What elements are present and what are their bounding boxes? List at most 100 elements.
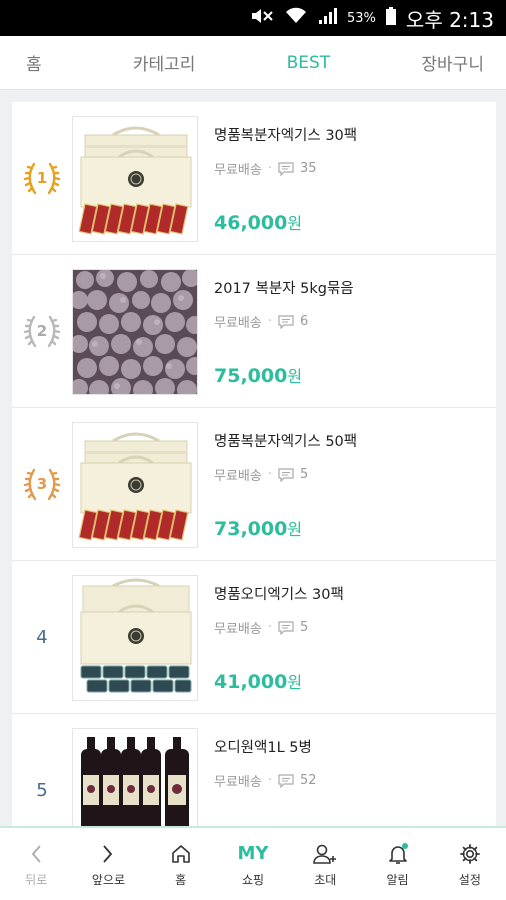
- rank-number: 1: [36, 169, 48, 187]
- product-meta: 무료배송 · 35: [214, 159, 488, 178]
- back-label: 뒤로: [25, 872, 48, 887]
- comment-icon: [278, 773, 294, 788]
- product-name[interactable]: 명품복분자엑기스 30팩: [214, 124, 488, 145]
- invite-label: 초대: [314, 872, 337, 887]
- comment-count: 5: [299, 467, 309, 482]
- status-bar: 53% 오후 2:13: [0, 0, 506, 36]
- comment-count: 5: [299, 620, 309, 635]
- separator: ·: [267, 161, 272, 176]
- comment-count: 35: [299, 161, 317, 176]
- rank-number-plain: 5: [20, 768, 64, 812]
- top-nav: 홈 카테고리 BEST 장바구니: [0, 36, 506, 90]
- back-button[interactable]: 뒤로: [0, 828, 72, 900]
- separator: ·: [267, 773, 272, 788]
- product-item[interactable]: 3 명품복분자엑기스 50팩 무료배송 · 5 73,000원: [12, 408, 496, 561]
- shipping-label: 무료배송: [214, 469, 262, 484]
- product-price: 46,000원: [214, 210, 302, 234]
- price-value: 73,000: [214, 518, 288, 540]
- product-name[interactable]: 오디원액1L 5병: [214, 736, 488, 757]
- rank-badge-gold: 1: [20, 156, 64, 200]
- product-item[interactable]: 2 2017 복분자 5kg묶음 무료배송 · 6 75,000원: [12, 255, 496, 408]
- product-price: 41,000원: [214, 669, 302, 693]
- rank-number-plain: 4: [20, 615, 64, 659]
- tab-category[interactable]: 카테고리: [133, 50, 196, 75]
- rank-badge-bronze: 3: [20, 462, 64, 506]
- separator: ·: [267, 467, 272, 482]
- product-item[interactable]: 4 명품오디엑기스 30팩 무료배송 · 5 41,000원: [12, 561, 496, 714]
- clock: 오후 2:13: [405, 7, 494, 32]
- product-info: 오디원액1L 5병 무료배송 · 52: [214, 736, 488, 790]
- shipping-label: 무료배송: [214, 316, 262, 331]
- home-button[interactable]: 홈: [145, 828, 217, 900]
- tab-cart[interactable]: 장바구니: [421, 50, 484, 75]
- my-shopping-button[interactable]: MY 쇼핑: [217, 828, 289, 900]
- chevron-left-icon: [29, 841, 43, 867]
- product-info: 명품오디엑기스 30팩 무료배송 · 5: [214, 583, 488, 637]
- forward-label: 앞으로: [91, 872, 125, 887]
- shipping-label: 무료배송: [214, 775, 262, 790]
- wifi-icon: [285, 7, 307, 29]
- tab-best[interactable]: BEST: [287, 53, 331, 73]
- my-shopping-icon: MY: [237, 843, 269, 864]
- product-image[interactable]: [72, 575, 198, 701]
- comment-count: 52: [299, 773, 317, 788]
- shipping-label: 무료배송: [214, 163, 262, 178]
- chevron-right-icon: [101, 841, 115, 867]
- price-currency: 원: [287, 214, 303, 233]
- price-currency: 원: [287, 520, 303, 539]
- rank-number: 3: [36, 475, 48, 493]
- product-item[interactable]: 1 명품복분자엑기스 30팩 무료배송 · 35 46,000원: [12, 102, 496, 255]
- mute-icon: [249, 7, 275, 29]
- battery-icon: [385, 7, 396, 29]
- comment-count: 6: [299, 314, 309, 329]
- signal-icon: [317, 7, 338, 29]
- bottom-toolbar: 뒤로 앞으로 홈 MY 쇼핑 초대 알림 설정: [0, 826, 506, 900]
- comment-icon: [278, 620, 294, 635]
- product-meta: 무료배송 · 5: [214, 465, 488, 484]
- home-icon: [170, 841, 192, 867]
- product-info: 명품복분자엑기스 30팩 무료배송 · 35: [214, 124, 488, 178]
- forward-button[interactable]: 앞으로: [72, 828, 144, 900]
- invite-button[interactable]: 초대: [289, 828, 361, 900]
- rank-number: 4: [36, 626, 48, 648]
- rank-number: 2: [36, 322, 48, 340]
- separator: ·: [267, 314, 272, 329]
- product-image[interactable]: [72, 422, 198, 548]
- rank-number: 5: [36, 779, 48, 801]
- price-currency: 원: [287, 673, 303, 692]
- product-name[interactable]: 명품오디엑기스 30팩: [214, 583, 488, 604]
- product-info: 2017 복분자 5kg묶음 무료배송 · 6: [214, 277, 488, 331]
- product-meta: 무료배송 · 52: [214, 771, 488, 790]
- gear-icon: [459, 841, 481, 867]
- settings-button[interactable]: 설정: [434, 828, 506, 900]
- notifications-label: 알림: [386, 872, 409, 887]
- comment-icon: [278, 314, 294, 329]
- product-meta: 무료배송 · 6: [214, 312, 488, 331]
- notifications-button[interactable]: 알림: [361, 828, 433, 900]
- price-value: 46,000: [214, 212, 288, 234]
- comment-icon: [278, 467, 294, 482]
- product-name[interactable]: 명품복분자엑기스 50팩: [214, 430, 488, 451]
- comment-icon: [278, 161, 294, 176]
- separator: ·: [267, 620, 272, 635]
- product-list: 1 명품복분자엑기스 30팩 무료배송 · 35 46,000원 2 2017 …: [12, 102, 496, 867]
- rank-badge-silver: 2: [20, 309, 64, 353]
- product-name[interactable]: 2017 복분자 5kg묶음: [214, 277, 488, 298]
- shopping-label: 쇼핑: [241, 872, 265, 887]
- product-price: 73,000원: [214, 516, 302, 540]
- product-image[interactable]: [72, 269, 198, 395]
- home-label: 홈: [175, 872, 187, 887]
- product-info: 명품복분자엑기스 50팩 무료배송 · 5: [214, 430, 488, 484]
- add-user-icon: [312, 841, 338, 867]
- price-value: 75,000: [214, 365, 288, 387]
- bell-icon: [386, 841, 410, 867]
- product-image[interactable]: [72, 116, 198, 242]
- price-value: 41,000: [214, 671, 288, 693]
- shipping-label: 무료배송: [214, 622, 262, 637]
- tab-home[interactable]: 홈: [26, 50, 42, 75]
- product-price: 75,000원: [214, 363, 302, 387]
- price-currency: 원: [287, 367, 303, 386]
- product-meta: 무료배송 · 5: [214, 618, 488, 637]
- battery-percent: 53%: [347, 10, 376, 26]
- settings-label: 설정: [458, 872, 481, 887]
